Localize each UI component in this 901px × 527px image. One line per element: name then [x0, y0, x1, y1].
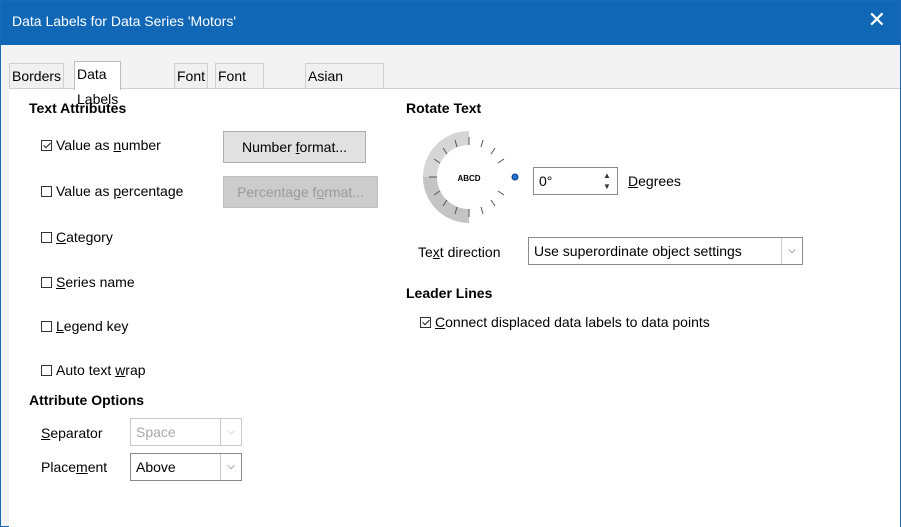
auto-text-wrap-mnemonic: w [115, 362, 126, 378]
close-icon[interactable]: ✕ [868, 9, 886, 31]
text-direction-label: Text direction [418, 244, 501, 260]
percentage-format-label-b: rmat... [324, 184, 364, 200]
checkbox-box [41, 140, 52, 151]
percentage-format-label-a: Percentage f [237, 184, 317, 200]
value-as-percentage-label-a: Value as [56, 183, 114, 199]
checkbox-box [41, 321, 52, 332]
chevron-down-icon: ⌵ [220, 454, 241, 480]
text-direction-mnemonic: x [432, 244, 440, 260]
separator-label: Separator [41, 425, 103, 441]
value-as-percentage-checkbox[interactable]: Value as percentage [41, 183, 183, 199]
legend-key-checkbox[interactable]: Legend key [41, 318, 128, 334]
connect-leader-lines-checkbox[interactable]: Connect displaced data labels to data po… [420, 314, 710, 330]
separator-mnemonic: S [41, 425, 51, 441]
series-name-label: eries name [65, 274, 135, 290]
legend-key-mnemonic: L [56, 318, 64, 334]
percentage-format-button[interactable]: Percentage format... [223, 176, 378, 208]
category-label: ategory [66, 229, 113, 245]
degrees-label-text: egrees [638, 173, 681, 189]
connect-label: onnect displaced data labels to data poi… [445, 314, 710, 330]
connect-mnemonic: C [435, 314, 446, 330]
value-as-number-label-b: umber [121, 137, 161, 153]
series-name-checkbox[interactable]: Series name [41, 274, 135, 290]
auto-text-wrap-checkbox[interactable]: Auto text wrap [41, 362, 146, 378]
dial-sample-text: ABCD [457, 174, 480, 183]
degrees-mnemonic: D [628, 173, 639, 189]
text-direction-select[interactable]: Use superordinate object settings ⌵ [528, 237, 803, 265]
attribute-options-heading: Attribute Options [29, 392, 145, 408]
degrees-label: Degrees [628, 173, 681, 189]
checkbox-box [41, 232, 52, 243]
checkbox-box [41, 277, 52, 288]
chevron-down-icon: ⌵ [781, 238, 802, 264]
rotation-dial[interactable]: ABCD [415, 123, 523, 231]
placement-mnemonic: m [76, 459, 88, 475]
tab-font-effects[interactable]: Font Effects [215, 63, 264, 109]
auto-text-wrap-label-b: rap [125, 362, 146, 378]
checkbox-box [41, 365, 52, 376]
text-direction-label-a: Te [418, 244, 433, 260]
checkbox-box [41, 186, 52, 197]
leader-lines-heading: Leader Lines [406, 285, 493, 301]
series-name-mnemonic: S [56, 274, 66, 290]
dialog-title: Data Labels for Data Series 'Motors' [12, 13, 236, 29]
placement-value: Above [136, 459, 176, 475]
spin-up-icon[interactable]: ▲ [599, 170, 615, 181]
title-bar[interactable]: Data Labels for Data Series 'Motors' ✕ [1, 1, 900, 45]
checkbox-box [420, 317, 431, 328]
dialog-window: Data Labels for Data Series 'Motors' ✕ B… [0, 0, 901, 527]
text-direction-value: Use superordinate object settings [534, 243, 742, 259]
degrees-value: 0° [539, 173, 553, 189]
placement-label-a: Place [41, 459, 77, 475]
spin-down-icon[interactable]: ▼ [599, 181, 615, 192]
tab-borders[interactable]: Borders [9, 63, 65, 89]
chevron-down-icon: ⌵ [220, 419, 241, 445]
number-format-label-b: ormat... [299, 139, 348, 155]
placement-label-b: ent [87, 459, 108, 475]
value-as-percentage-label-b: ercentage [121, 183, 184, 199]
value-as-number-checkbox[interactable]: Value as number [41, 137, 161, 153]
legend-key-label: egend key [63, 318, 129, 334]
category-checkbox[interactable]: Category [41, 229, 113, 245]
tab-font[interactable]: Font [174, 63, 209, 89]
number-format-button[interactable]: Number format... [223, 131, 366, 163]
text-direction-label-b: t direction [439, 244, 501, 260]
separator-label-text: eparator [50, 425, 103, 441]
tab-asian-typography[interactable]: Asian Typography [305, 63, 385, 109]
tab-data-labels[interactable]: Data Labels [74, 61, 122, 107]
value-as-number-label-a: Value as [56, 137, 114, 153]
value-as-number-mnemonic: n [113, 137, 122, 153]
rotate-text-heading: Rotate Text [406, 100, 482, 116]
category-mnemonic: C [56, 229, 67, 245]
auto-text-wrap-label-a: Auto text [56, 362, 116, 378]
dial-knob[interactable] [511, 173, 519, 181]
degrees-spinbox[interactable]: 0° ▲ ▼ [533, 167, 618, 195]
value-as-percentage-mnemonic: p [113, 183, 122, 199]
placement-label: Placement [41, 459, 107, 475]
separator-select[interactable]: Space ⌵ [130, 418, 242, 446]
separator-value: Space [136, 424, 176, 440]
number-format-label-a: Number [241, 139, 296, 155]
tab-panel-data-labels: Text Attributes Value as number Number f… [9, 88, 900, 527]
placement-select[interactable]: Above ⌵ [130, 453, 242, 481]
